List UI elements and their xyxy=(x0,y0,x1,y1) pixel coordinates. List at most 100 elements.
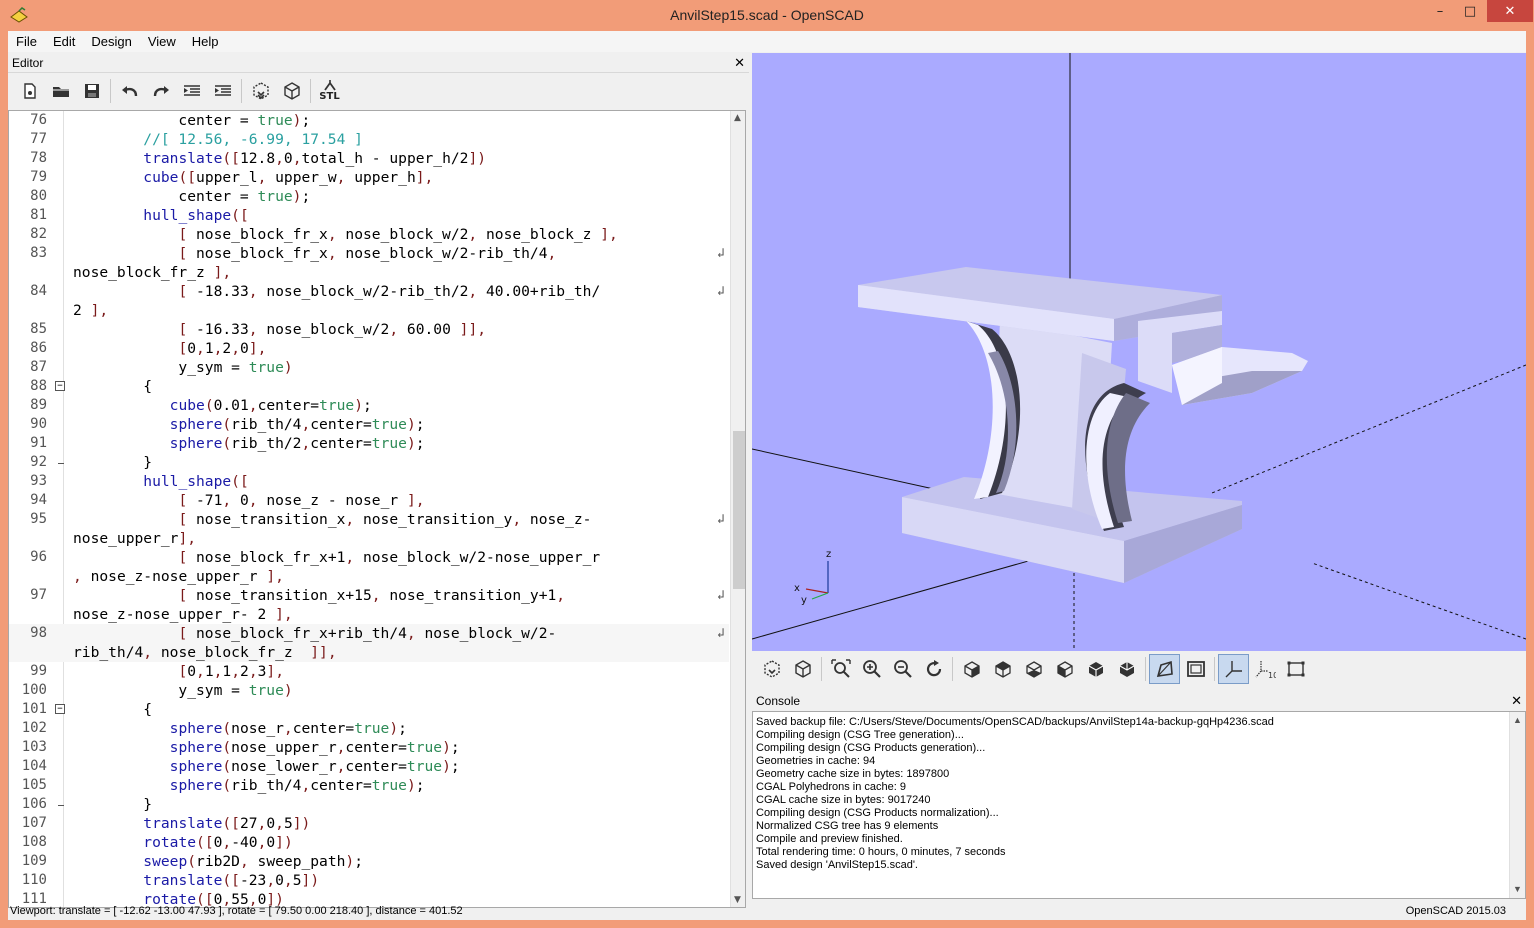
fold-toggle-icon[interactable]: − xyxy=(55,381,65,391)
open-file-icon[interactable] xyxy=(45,77,76,105)
line-number: 104 xyxy=(21,758,47,774)
code-line[interactable]: 76 center = true); xyxy=(9,111,729,130)
code-line[interactable]: 78 translate([12.8,0,total_h - upper_h/2… xyxy=(9,149,729,168)
code-line[interactable]: 84 [ -18.33, nose_block_w/2-rib_th/2, 40… xyxy=(9,282,729,301)
scroll-up-icon[interactable]: ▲ xyxy=(734,113,741,123)
code-line[interactable]: rib_th/4, nose_block_fr_z ]], xyxy=(9,643,729,662)
code-line[interactable]: 85 [ -16.33, nose_block_w/2, 60.00 ]], xyxy=(9,320,729,339)
view-bottom-icon[interactable] xyxy=(1018,654,1049,684)
perspective-icon[interactable] xyxy=(1149,654,1180,684)
scroll-down-icon[interactable]: ▼ xyxy=(1513,883,1522,896)
code-line[interactable]: 82 [ nose_block_fr_x, nose_block_w/2, no… xyxy=(9,225,729,244)
view-top-icon[interactable] xyxy=(987,654,1018,684)
code-line[interactable]: nose_z-nose_upper_r- 2 ], xyxy=(9,605,729,624)
zoom-out-icon[interactable] xyxy=(887,654,918,684)
code-line[interactable]: 87 y_sym = true) xyxy=(9,358,729,377)
export-stl-icon[interactable]: STL xyxy=(314,77,345,105)
code-text: sphere(nose_lower_r,center=true); xyxy=(169,758,460,775)
code-line[interactable]: nose_upper_r], xyxy=(9,529,729,548)
menu-design[interactable]: Design xyxy=(83,31,139,52)
unindent-icon[interactable] xyxy=(176,77,207,105)
code-line[interactable]: 108 rotate([0,-40,0]) xyxy=(9,833,729,852)
code-line[interactable]: 107 translate([27,0,5]) xyxy=(9,814,729,833)
redo-icon[interactable] xyxy=(145,77,176,105)
preview-icon[interactable] xyxy=(245,77,276,105)
code-line[interactable]: 2 ], xyxy=(9,301,729,320)
editor-scroll-thumb[interactable] xyxy=(733,431,745,589)
undo-icon[interactable] xyxy=(114,77,145,105)
new-file-icon[interactable] xyxy=(14,77,45,105)
code-line[interactable]: 99 [0,1,1,2,3], xyxy=(9,662,729,681)
code-line[interactable]: 77 //[ 12.56, -6.99, 17.54 ] xyxy=(9,130,729,149)
show-axes-icon[interactable] xyxy=(1218,654,1249,684)
code-text: cube([upper_l, upper_w, upper_h], xyxy=(143,169,434,186)
view-back-icon[interactable] xyxy=(1111,654,1142,684)
code-text: [ nose_block_fr_x, nose_block_w/2, nose_… xyxy=(178,226,618,243)
show-scale-markers-icon[interactable]: 10 xyxy=(1249,654,1280,684)
code-line[interactable]: 93 hull_shape([ xyxy=(9,472,729,491)
code-line[interactable]: 91 sphere(rib_th/2,center=true); xyxy=(9,434,729,453)
code-line[interactable]: 102 sphere(nose_r,center=true); xyxy=(9,719,729,738)
zoom-in-icon[interactable] xyxy=(856,654,887,684)
view-front-icon[interactable] xyxy=(1080,654,1111,684)
code-line[interactable]: 92 } xyxy=(9,453,729,472)
editor-vertical-scrollbar[interactable]: ▲ ▼ xyxy=(730,111,745,907)
reset-view-icon[interactable] xyxy=(918,654,949,684)
code-line[interactable]: 88− { xyxy=(9,377,729,396)
export-stl-label: STL xyxy=(319,91,340,102)
fold-toggle-icon[interactable]: − xyxy=(55,704,65,714)
scroll-up-icon[interactable]: ▲ xyxy=(1513,714,1522,727)
code-line[interactable]: 86 [0,1,2,0], xyxy=(9,339,729,358)
view-all-icon[interactable] xyxy=(825,654,856,684)
preview-icon[interactable] xyxy=(756,654,787,684)
code-line[interactable]: 90 sphere(rib_th/4,center=true); xyxy=(9,415,729,434)
console-lines: Saved backup file: C:/Users/Steve/Docume… xyxy=(756,716,1522,872)
code-line[interactable]: nose_block_fr_z ], xyxy=(9,263,729,282)
toolbar-separator xyxy=(821,657,822,681)
code-line[interactable]: 105 sphere(rib_th/4,center=true); xyxy=(9,776,729,795)
code-line[interactable]: 89 cube(0.01,center=true); xyxy=(9,396,729,415)
code-line[interactable]: 97 [ nose_transition_x+15, nose_transiti… xyxy=(9,586,729,605)
orthogonal-icon[interactable] xyxy=(1180,654,1211,684)
code-line[interactable]: 79 cube([upper_l, upper_w, upper_h], xyxy=(9,168,729,187)
code-line[interactable]: 95 [ nose_transition_x, nose_transition_… xyxy=(9,510,729,529)
title-bar[interactable]: AnvilStep15.scad - OpenSCAD – □ ✕ xyxy=(0,0,1534,31)
3d-viewport[interactable]: z x y xyxy=(752,53,1526,651)
code-line[interactable]: 100 y_sym = true) xyxy=(9,681,729,700)
console-output[interactable]: Saved backup file: C:/Users/Steve/Docume… xyxy=(752,711,1526,899)
code-line[interactable]: , nose_z-nose_upper_r ], xyxy=(9,567,729,586)
menu-file[interactable]: File xyxy=(8,31,45,52)
code-editor[interactable]: 76 center = true); 77 //[ 12.56, -6.99, 1… xyxy=(8,110,746,908)
render-icon[interactable] xyxy=(787,654,818,684)
view-left-icon[interactable] xyxy=(1049,654,1080,684)
code-line[interactable]: 109 sweep(rib2D, sweep_path); xyxy=(9,852,729,871)
indent-icon[interactable] xyxy=(207,77,238,105)
maximize-button[interactable]: □ xyxy=(1455,0,1485,22)
code-line[interactable]: 94 [ -71, 0, nose_z - nose_r ], xyxy=(9,491,729,510)
code-line[interactable]: 110 translate([-23,0,5]) xyxy=(9,871,729,890)
editor-close-button[interactable]: ✕ xyxy=(734,53,745,73)
menu-view[interactable]: View xyxy=(140,31,184,52)
code-line[interactable]: 103 sphere(nose_upper_r,center=true); xyxy=(9,738,729,757)
show-edges-icon[interactable] xyxy=(1280,654,1311,684)
minimize-button[interactable]: – xyxy=(1425,0,1455,22)
menu-help[interactable]: Help xyxy=(184,31,227,52)
save-icon[interactable] xyxy=(76,77,107,105)
menu-edit[interactable]: Edit xyxy=(45,31,83,52)
code-line[interactable]: 96 [ nose_block_fr_x+1, nose_block_w/2-n… xyxy=(9,548,729,567)
view-right-icon[interactable] xyxy=(956,654,987,684)
code-line[interactable]: 106 } xyxy=(9,795,729,814)
console-close-button[interactable]: ✕ xyxy=(1511,691,1522,711)
code-line[interactable]: 101− { xyxy=(9,700,729,719)
code-text: sweep(rib2D, sweep_path); xyxy=(143,853,364,870)
code-line[interactable]: 104 sphere(nose_lower_r,center=true); xyxy=(9,757,729,776)
code-line[interactable]: 81 hull_shape([ xyxy=(9,206,729,225)
code-line[interactable]: 80 center = true); xyxy=(9,187,729,206)
close-button[interactable]: ✕ xyxy=(1487,0,1533,22)
console-vertical-scrollbar[interactable]: ▲ ▼ xyxy=(1509,712,1525,898)
line-number: 101 xyxy=(21,701,47,717)
render-icon[interactable] xyxy=(276,77,307,105)
code-line[interactable]: 98 [ nose_block_fr_x+rib_th/4, nose_bloc… xyxy=(9,624,729,643)
code-line[interactable]: 83 [ nose_block_fr_x, nose_block_w/2-rib… xyxy=(9,244,729,263)
console-line: Saved design 'AnvilStep15.scad'. xyxy=(756,859,918,871)
